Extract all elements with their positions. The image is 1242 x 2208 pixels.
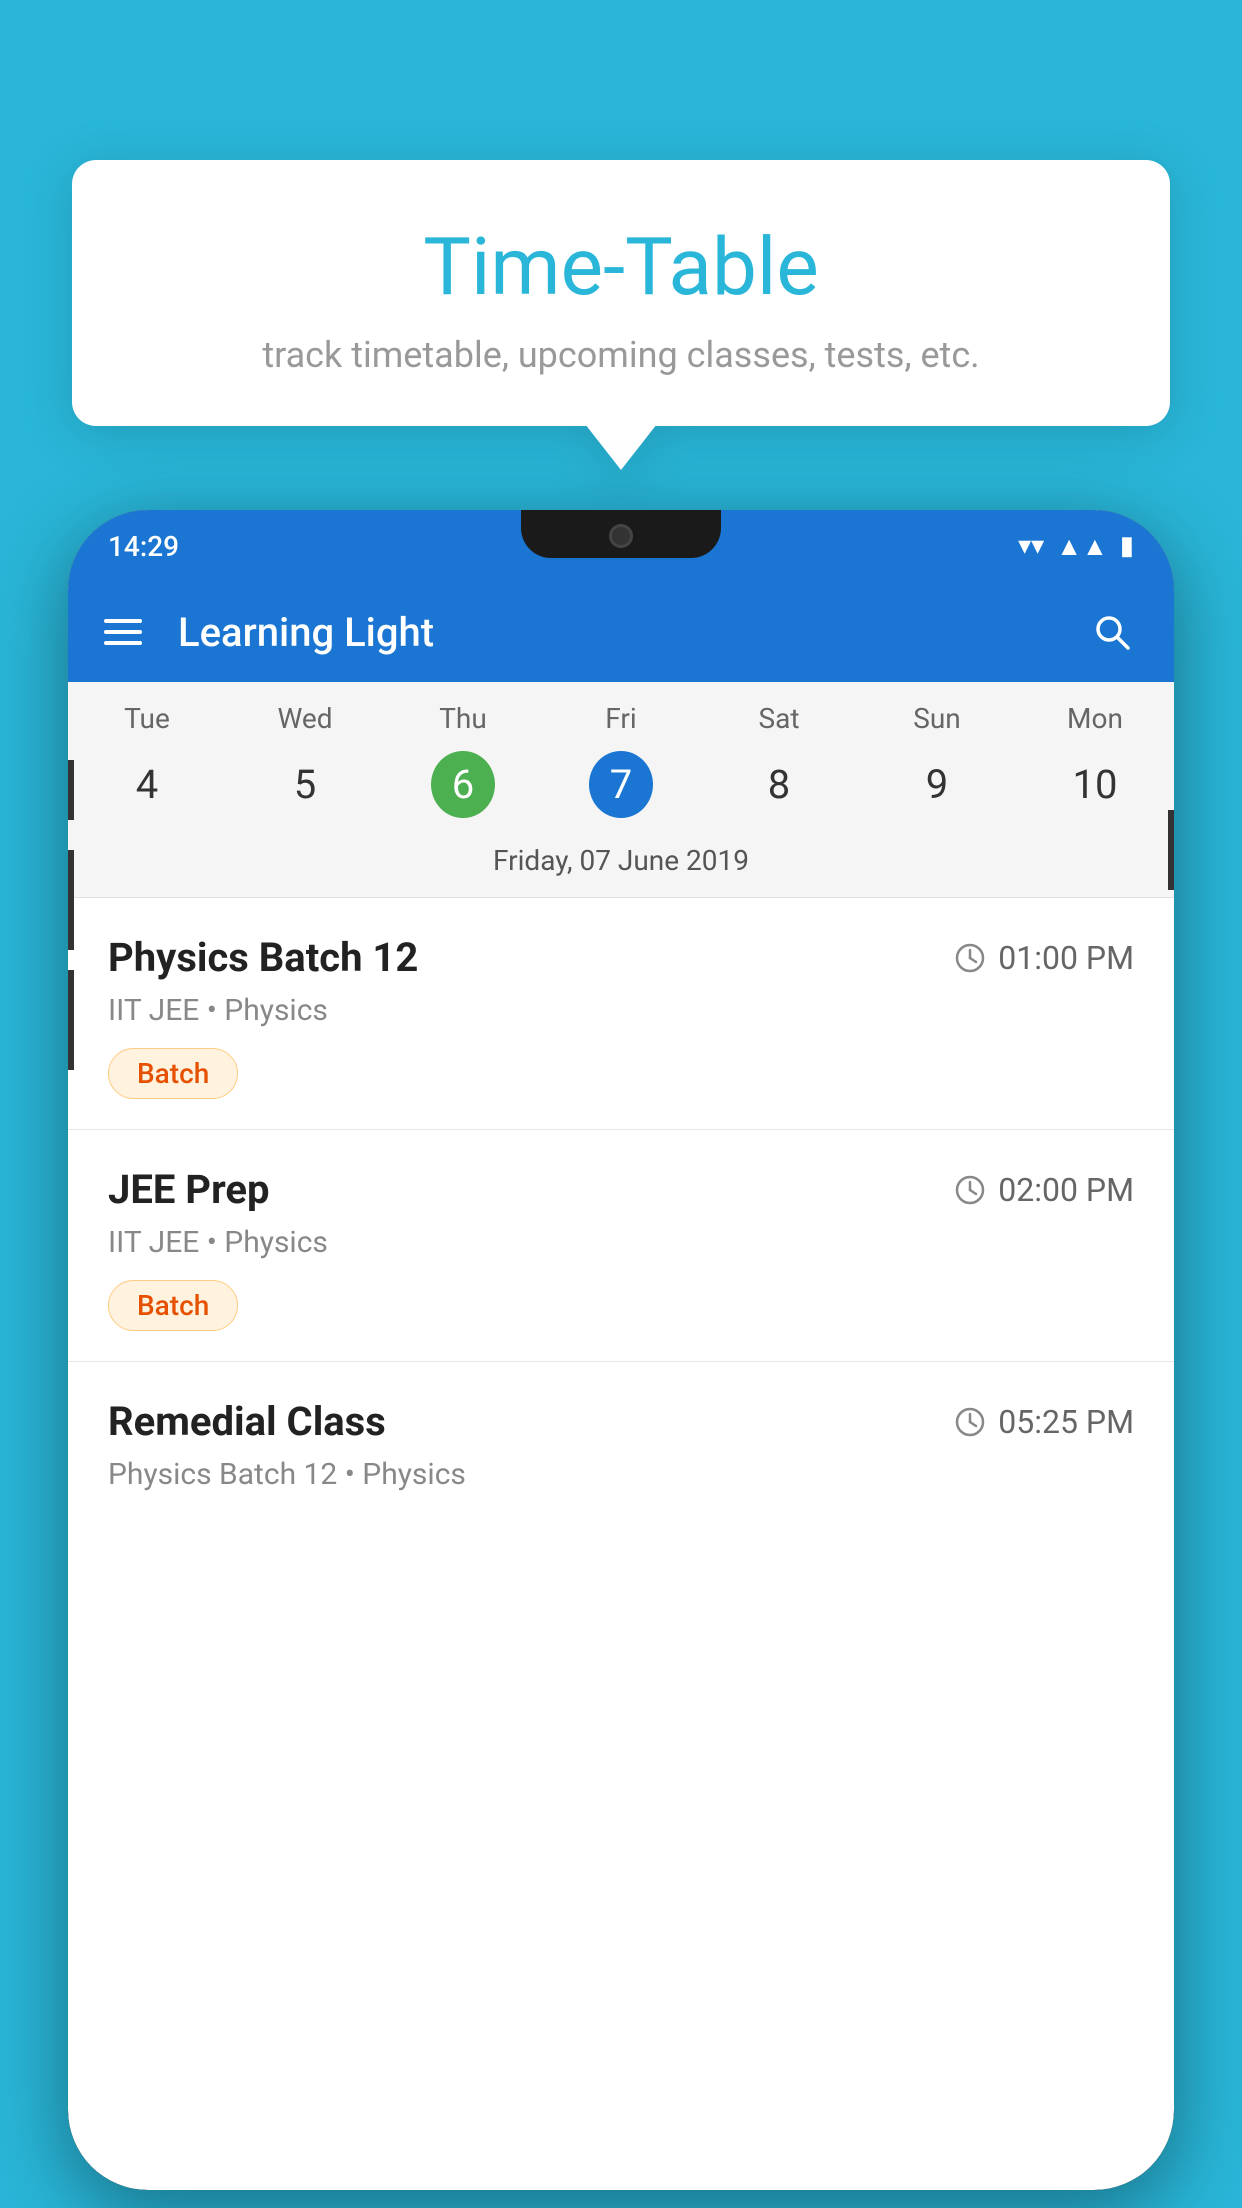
selected-date-label: Friday, 07 June 2019 <box>68 834 1174 898</box>
phone-notch <box>521 510 721 558</box>
day-numbers: 4 5 6 7 8 <box>68 743 1174 834</box>
schedule-item-3[interactable]: Remedial Class 05:25 PM Physics Batch <box>68 1362 1174 1542</box>
day-number-4: 4 <box>136 751 158 818</box>
phone-power-button <box>1168 810 1174 890</box>
phone-volume-down-button <box>68 850 74 950</box>
day-9[interactable]: 9 <box>858 751 1016 818</box>
phone-volume-up-button <box>68 760 74 820</box>
day-8[interactable]: 8 <box>700 751 858 818</box>
schedule-name-2: JEE Prep <box>108 1166 269 1213</box>
battery-icon: ▮ <box>1120 531 1134 561</box>
day-header-fri: Fri <box>542 702 700 735</box>
calendar-section: Tue Wed Thu Fri Sat Sun Mon 4 5 <box>68 682 1174 898</box>
clock-icon-1 <box>954 942 986 974</box>
day-number-5: 5 <box>294 751 316 818</box>
batch-badge-1: Batch <box>108 1048 238 1099</box>
screen-content: 14:29 ▾▾ ▲▲ ▮ Learning Light <box>68 510 1174 2190</box>
day-header-thu: Thu <box>384 702 542 735</box>
day-number-9: 9 <box>926 751 948 818</box>
day-header-sun: Sun <box>858 702 1016 735</box>
signal-icon: ▲▲ <box>1056 531 1107 562</box>
phone-camera <box>609 524 633 548</box>
tooltip-card: Time-Table track timetable, upcoming cla… <box>72 160 1170 426</box>
status-time: 14:29 <box>108 530 179 563</box>
hamburger-menu-button[interactable] <box>104 619 142 645</box>
day-7-selected[interactable]: 7 <box>542 751 700 818</box>
batch-badge-2: Batch <box>108 1280 238 1331</box>
day-header-mon: Mon <box>1016 702 1174 735</box>
clock-icon-3 <box>954 1406 986 1438</box>
phone-frame: 14:29 ▾▾ ▲▲ ▮ Learning Light <box>68 510 1174 2190</box>
wifi-icon: ▾▾ <box>1018 531 1044 561</box>
schedule-subject-2: IIT JEE • Physics <box>108 1225 1134 1260</box>
schedule-subject-1: IIT JEE • Physics <box>108 993 1134 1028</box>
day-10[interactable]: 10 <box>1016 751 1174 818</box>
schedule-name-1: Physics Batch 12 <box>108 934 418 981</box>
app-title: Learning Light <box>178 609 1086 656</box>
day-header-tue: Tue <box>68 702 226 735</box>
tooltip-subtitle: track timetable, upcoming classes, tests… <box>132 334 1110 376</box>
day-header-sat: Sat <box>700 702 858 735</box>
schedule-time-2: 02:00 PM <box>954 1171 1134 1209</box>
status-icons: ▾▾ ▲▲ ▮ <box>1018 531 1134 562</box>
day-5[interactable]: 5 <box>226 751 384 818</box>
day-headers: Tue Wed Thu Fri Sat Sun Mon <box>68 682 1174 743</box>
schedule-time-1: 01:00 PM <box>954 939 1134 977</box>
schedule-list: Physics Batch 12 01:00 PM IIT JEE • Ph <box>68 898 1174 1542</box>
phone-screen: 14:29 ▾▾ ▲▲ ▮ Learning Light <box>68 510 1174 2190</box>
clock-icon-2 <box>954 1174 986 1206</box>
day-4[interactable]: 4 <box>68 751 226 818</box>
day-number-7: 7 <box>589 751 653 818</box>
day-6-today[interactable]: 6 <box>384 751 542 818</box>
schedule-item-1[interactable]: Physics Batch 12 01:00 PM IIT JEE • Ph <box>68 898 1174 1130</box>
search-button[interactable] <box>1086 606 1138 658</box>
schedule-item-2-header: JEE Prep 02:00 PM <box>108 1166 1134 1213</box>
schedule-item-2[interactable]: JEE Prep 02:00 PM IIT JEE • Physics <box>68 1130 1174 1362</box>
schedule-time-3: 05:25 PM <box>954 1403 1134 1441</box>
day-number-8: 8 <box>768 751 790 818</box>
phone-container: 14:29 ▾▾ ▲▲ ▮ Learning Light <box>68 510 1174 2208</box>
day-header-wed: Wed <box>226 702 384 735</box>
app-bar: Learning Light <box>68 582 1174 682</box>
schedule-item-3-header: Remedial Class 05:25 PM <box>108 1398 1134 1445</box>
phone-silent-button <box>68 970 74 1070</box>
schedule-item-1-header: Physics Batch 12 01:00 PM <box>108 934 1134 981</box>
day-number-6: 6 <box>431 751 495 818</box>
day-number-10: 10 <box>1073 751 1118 818</box>
schedule-name-3: Remedial Class <box>108 1398 386 1445</box>
schedule-subject-3: Physics Batch 12 • Physics <box>108 1457 1134 1492</box>
tooltip-title: Time-Table <box>132 220 1110 314</box>
search-icon <box>1090 610 1134 654</box>
